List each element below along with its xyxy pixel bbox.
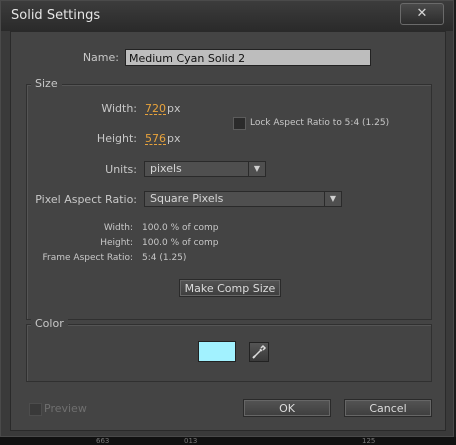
name-input[interactable]: Medium Cyan Solid 2	[125, 49, 371, 66]
lock-aspect-checkbox[interactable]	[233, 117, 246, 130]
info-height-value: 100.0 % of comp	[142, 238, 219, 248]
dialog-body: Name: Medium Cyan Solid 2 Size Width: 72…	[10, 31, 446, 431]
lock-aspect-label: Lock Aspect Ratio to 5:4 (1.25)	[250, 118, 390, 128]
solid-settings-dialog: Solid Settings ✕ Name: Medium Cyan Solid…	[0, 0, 454, 437]
pixel-aspect-ratio-dropdown[interactable]: Square Pixels ▼	[144, 191, 342, 207]
chevron-down-icon: ▼	[248, 162, 265, 176]
make-comp-size-button[interactable]: Make Comp Size	[179, 279, 281, 297]
pixel-aspect-ratio-value: Square Pixels	[150, 192, 224, 205]
background-timeline-strip: 663 013 125	[0, 437, 456, 445]
units-dropdown[interactable]: pixels ▼	[144, 161, 266, 177]
chevron-down-icon: ▼	[324, 192, 341, 206]
frame-aspect-ratio-label: Frame Aspect Ratio:	[42, 253, 133, 263]
info-width-label: Width:	[103, 223, 133, 233]
cancel-button[interactable]: Cancel	[344, 399, 432, 417]
dialog-title: Solid Settings	[11, 8, 101, 23]
units-dropdown-value: pixels	[150, 162, 182, 175]
eyedropper-icon	[252, 344, 267, 359]
height-label: Height:	[96, 132, 137, 145]
width-unit: px	[167, 102, 181, 115]
close-button[interactable]: ✕	[400, 3, 444, 25]
info-height-label: Height:	[100, 238, 133, 248]
height-unit: px	[167, 132, 181, 145]
height-value[interactable]: 576	[145, 132, 166, 145]
timeline-label: 125	[362, 437, 376, 445]
title-bar[interactable]: Solid Settings ✕	[1, 1, 453, 31]
close-icon: ✕	[416, 6, 428, 21]
frame-aspect-ratio-value: 5:4 (1.25)	[142, 253, 187, 263]
units-label: Units:	[105, 163, 137, 176]
preview-checkbox[interactable]	[29, 403, 42, 416]
timeline-label: 663	[96, 437, 110, 445]
size-group: Size Width: 720 px Height: 576 px Lock A…	[26, 77, 432, 320]
eyedropper-button[interactable]	[249, 342, 269, 362]
size-group-title: Size	[31, 77, 62, 90]
color-group-title: Color	[31, 317, 68, 330]
color-swatch[interactable]	[198, 341, 236, 362]
width-label: Width:	[101, 102, 137, 115]
preview-label: Preview	[44, 402, 87, 415]
width-value[interactable]: 720	[145, 102, 166, 115]
timeline-label: 013	[184, 437, 198, 445]
name-label: Name:	[82, 51, 119, 64]
info-width-value: 100.0 % of comp	[142, 223, 219, 233]
ok-button[interactable]: OK	[243, 399, 331, 417]
pixel-aspect-ratio-label: Pixel Aspect Ratio:	[35, 193, 137, 206]
